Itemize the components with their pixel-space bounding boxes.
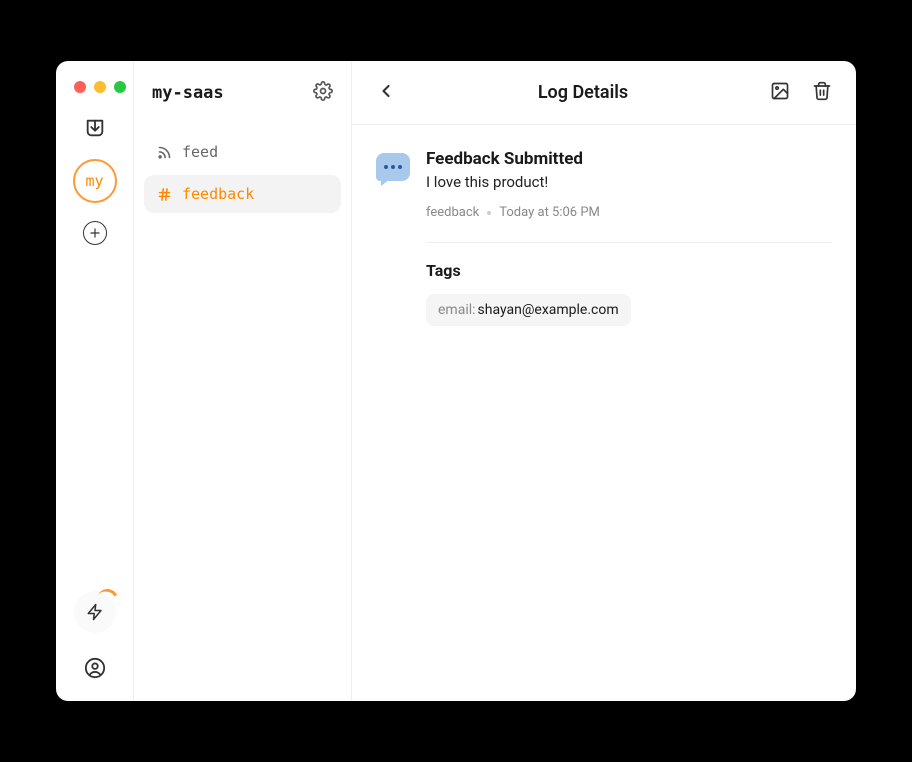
window-controls [74, 81, 126, 93]
chevron-left-icon [376, 81, 396, 101]
tag-pill: email: shayan@example.com [426, 294, 631, 326]
sidebar-header: my-saas [134, 61, 351, 125]
maximize-window-button[interactable] [114, 81, 126, 93]
back-button[interactable] [372, 77, 400, 109]
separator-dot-icon [487, 211, 491, 215]
bolt-icon [86, 603, 104, 621]
app-window: my my-saas fee [56, 61, 856, 701]
delete-button[interactable] [808, 77, 836, 109]
image-icon [770, 81, 790, 101]
divider [426, 242, 832, 243]
activity-button[interactable] [74, 591, 116, 633]
settings-button[interactable] [313, 81, 333, 105]
tags-heading: Tags [426, 261, 832, 280]
channel-list: feed feedback [134, 125, 351, 221]
tag-key: email: [438, 302, 476, 318]
main-header: Log Details [352, 61, 856, 125]
page-title: Log Details [414, 82, 752, 103]
minimize-window-button[interactable] [94, 81, 106, 93]
add-workspace-button[interactable] [83, 221, 107, 245]
main-panel: Log Details Feedback Submitted I love th… [352, 61, 856, 701]
trash-icon [812, 81, 832, 101]
hash-icon [156, 187, 172, 202]
content-area: Feedback Submitted I love this product! … [352, 125, 856, 350]
channel-label: feedback [182, 185, 254, 203]
log-meta: feedback Today at 5:06 PM [426, 205, 832, 220]
user-circle-icon [84, 657, 106, 679]
log-entry: Feedback Submitted I love this product! … [376, 149, 832, 326]
channel-label: feed [182, 143, 218, 161]
project-name: my-saas [152, 83, 224, 103]
log-message: I love this product! [426, 173, 832, 191]
log-title: Feedback Submitted [426, 149, 832, 169]
gear-icon [313, 81, 333, 101]
workspace-badge[interactable]: my [73, 159, 117, 203]
image-button[interactable] [766, 77, 794, 109]
log-channel-tag: feedback [426, 205, 479, 220]
workspace-badge-label: my [85, 172, 103, 190]
profile-button[interactable] [82, 655, 108, 681]
rss-icon [156, 145, 172, 160]
sidebar: my-saas feed feedback [134, 61, 352, 701]
inbox-icon[interactable] [82, 115, 108, 141]
channel-item-feedback[interactable]: feedback [144, 175, 341, 213]
nav-rail: my [56, 61, 134, 701]
close-window-button[interactable] [74, 81, 86, 93]
speech-bubble-icon [376, 153, 410, 181]
tag-value: shayan@example.com [478, 302, 619, 318]
channel-item-feed[interactable]: feed [144, 133, 341, 171]
log-timestamp: Today at 5:06 PM [499, 205, 600, 220]
